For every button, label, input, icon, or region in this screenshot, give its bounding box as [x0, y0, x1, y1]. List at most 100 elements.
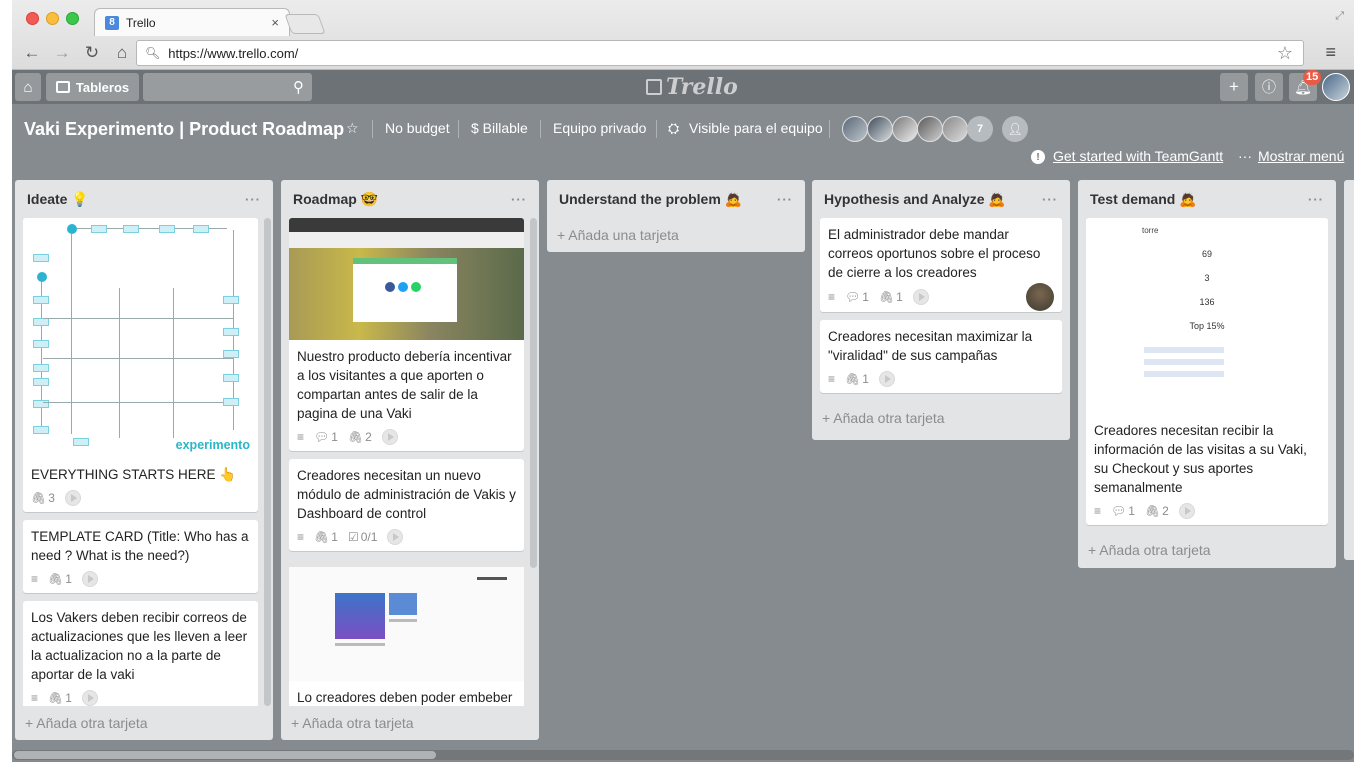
report-stat: 136 — [1199, 297, 1215, 307]
list-test-demand: Test demand 🙇 ··· torre 69 3 136 Top 15% — [1078, 180, 1336, 568]
member-avatar[interactable] — [917, 116, 943, 142]
play-icon — [81, 570, 98, 587]
list-title: Understand the problem 🙇 — [559, 190, 743, 207]
description-icon: ≡ — [1094, 503, 1102, 518]
minimize-window-button[interactable] — [46, 12, 59, 25]
card[interactable]: experimento EVERYTHING STARTS HERE 👆 🖇︎ … — [23, 218, 258, 512]
home-page-icon[interactable]: ⌂ — [112, 43, 132, 63]
home-icon[interactable]: ⌂ — [15, 73, 41, 101]
card-cover-screenshot — [289, 218, 524, 340]
add-card-button[interactable]: + Añada otra tarjeta — [812, 401, 1070, 435]
forward-icon[interactable]: → — [52, 43, 72, 63]
list-hypothesis-analyze: Hypothesis and Analyze 🙇 ··· El administ… — [812, 180, 1070, 440]
board-search-input[interactable]: ⚲ — [143, 73, 312, 101]
budget-button[interactable]: No budget — [385, 120, 450, 136]
card-title: El administrador debe mandar correos opo… — [828, 227, 1041, 280]
card[interactable]: Lo creadores deben poder embeber — [289, 559, 524, 706]
play-icon — [912, 288, 929, 305]
plus-icon[interactable]: + — [1220, 73, 1248, 101]
list-header[interactable]: Roadmap 🤓 ··· — [281, 180, 539, 218]
address-bar[interactable]: 🔍︎ https://www.trello.com/ ☆ — [136, 40, 1304, 66]
star-icon[interactable]: ☆ — [346, 120, 359, 137]
show-menu-link[interactable]: Mostrar menú — [1258, 148, 1344, 164]
list-title: Ideate 💡 — [27, 190, 89, 207]
list-menu-icon[interactable]: ··· — [511, 192, 527, 207]
attachment-count: 1 — [862, 371, 869, 386]
list-menu-icon[interactable]: ··· — [245, 192, 261, 207]
play-icon — [64, 489, 81, 506]
card-title: Nuestro producto debería incentivar a lo… — [297, 349, 512, 421]
list-scrollbar[interactable] — [530, 218, 537, 568]
card[interactable]: Los Vakers deben recibir correos de actu… — [23, 601, 258, 706]
comment-count: 1 — [862, 289, 869, 304]
more-members-count[interactable]: 7 — [967, 116, 993, 142]
play-icon — [387, 528, 404, 545]
play-icon — [878, 370, 895, 387]
list-cards: experimento EVERYTHING STARTS HERE 👆 🖇︎ … — [15, 218, 273, 706]
card[interactable]: TEMPLATE CARD (Title: Who has a need ? W… — [23, 520, 258, 593]
board-horizontal-scrollbar[interactable] — [12, 750, 1354, 760]
board-title[interactable]: Vaki Experimento | Product Roadmap — [24, 119, 344, 140]
bookmark-star-icon[interactable]: ☆ — [1277, 43, 1293, 64]
comment-icon: 💬︎ — [1111, 503, 1127, 518]
add-card-button[interactable]: + Añada una tarjeta — [547, 218, 805, 252]
fullscreen-icon[interactable]: ⤢ — [1335, 10, 1344, 23]
add-card-button[interactable]: + Añada otra tarjeta — [1078, 533, 1336, 567]
list-roadmap: Roadmap 🤓 ··· Nuestro producto debería i… — [281, 180, 539, 740]
browser-tab[interactable]: 8 Trello × — [94, 8, 290, 36]
user-avatar[interactable] — [1322, 73, 1350, 101]
list-cards: Nuestro producto debería incentivar a lo… — [281, 218, 539, 706]
list-header[interactable]: Understand the problem 🙇 ··· — [547, 180, 805, 218]
member-avatar[interactable] — [842, 116, 868, 142]
member-avatar[interactable] — [867, 116, 893, 142]
boards-button[interactable]: Tableros — [46, 73, 139, 101]
back-icon[interactable]: ← — [22, 43, 42, 63]
paperclip-icon: 🖇︎ — [314, 529, 330, 544]
list-header[interactable]: Ideate 💡 ··· — [15, 180, 273, 218]
member-avatar[interactable] — [892, 116, 918, 142]
card[interactable]: El administrador debe mandar correos opo… — [820, 218, 1062, 312]
list-menu-icon[interactable]: ··· — [777, 192, 793, 207]
add-member-icon[interactable]: 👤︎ — [1002, 116, 1028, 142]
list-menu-icon[interactable]: ··· — [1042, 192, 1058, 207]
attachment-count: 1 — [65, 571, 72, 586]
card[interactable]: Creadores necesitan un nuevo módulo de a… — [289, 459, 524, 551]
card-badges: ≡ 💬︎ 1 🖇︎ 2 — [289, 428, 524, 451]
tab-close-icon[interactable]: × — [271, 15, 279, 30]
window-controls — [26, 12, 79, 25]
list-header[interactable]: Test demand 🙇 ··· — [1078, 180, 1336, 218]
reload-icon[interactable]: ↻ — [82, 43, 102, 63]
description-icon: ≡ — [828, 289, 836, 304]
card[interactable]: torre 69 3 136 Top 15% Creadores necesit… — [1086, 218, 1328, 525]
visibility-button[interactable]: Visible para el equipo — [689, 120, 823, 136]
description-icon: ≡ — [297, 429, 305, 444]
scrollbar-thumb[interactable] — [14, 751, 436, 759]
trello-logo[interactable]: Trello — [646, 74, 738, 100]
new-tab-button[interactable] — [284, 14, 326, 34]
card[interactable]: Creadores necesitan maximizar la "virali… — [820, 320, 1062, 393]
card-title: TEMPLATE CARD (Title: Who has a need ? W… — [31, 529, 249, 563]
add-card-button[interactable]: + Añada otra tarjeta — [15, 706, 273, 740]
board-header: Vaki Experimento | Product Roadmap ☆ No … — [12, 104, 1354, 174]
card-title: Creadores necesitan recibir la informaci… — [1094, 423, 1307, 495]
paperclip-icon: 🖇︎ — [48, 690, 64, 705]
paperclip-icon: 🖇︎ — [347, 429, 364, 444]
close-window-button[interactable] — [26, 12, 39, 25]
billable-button[interactable]: $ Billable — [471, 120, 528, 136]
list-scrollbar[interactable] — [264, 218, 271, 706]
paperclip-icon: 🖇︎ — [1144, 503, 1161, 518]
card[interactable]: Nuestro producto debería incentivar a lo… — [289, 218, 524, 451]
teamgantt-link[interactable]: Get started with TeamGantt — [1053, 148, 1223, 164]
team-button[interactable]: Equipo privado — [553, 120, 646, 136]
maximize-window-button[interactable] — [66, 12, 79, 25]
favicon-icon: 8 — [105, 15, 119, 30]
list-header[interactable]: Hypothesis and Analyze 🙇 ··· — [812, 180, 1070, 218]
browser-menu-icon[interactable]: ≡ — [1325, 42, 1336, 63]
info-icon[interactable]: ⓘ — [1255, 73, 1283, 101]
list-menu-icon[interactable]: ··· — [1308, 192, 1324, 207]
member-avatar[interactable] — [942, 116, 968, 142]
trello-logo-icon — [646, 79, 662, 95]
card-member-avatar[interactable] — [1026, 282, 1054, 311]
card-cover-report: torre 69 3 136 Top 15% — [1086, 218, 1328, 414]
add-card-button[interactable]: + Añada otra tarjeta — [281, 706, 539, 740]
